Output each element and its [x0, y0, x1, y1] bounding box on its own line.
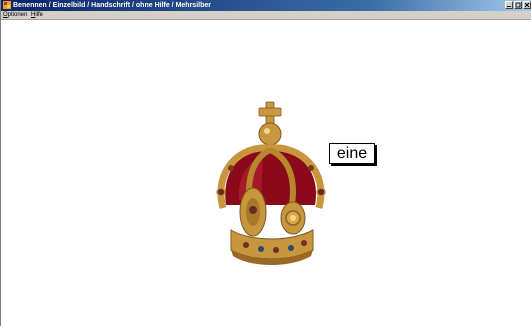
app-icon[interactable]: [3, 1, 11, 9]
minimize-button[interactable]: [505, 1, 513, 9]
menu-optionen[interactable]: Optionen: [3, 11, 27, 19]
menu-mnemonic: H: [31, 12, 36, 18]
crown-orb: [258, 122, 282, 146]
menu-bar: Optionen Hilfe: [1, 11, 531, 20]
word-card[interactable]: eine: [329, 143, 375, 164]
crown-image: [216, 101, 326, 265]
content-area: eine: [1, 20, 531, 326]
title-bar[interactable]: Benennen / Einzelbild / Handschrift / oh…: [1, 0, 531, 11]
close-button[interactable]: [523, 1, 531, 9]
crown-cross: [258, 101, 282, 125]
menu-mnemonic: O: [3, 12, 8, 18]
window-title: Benennen / Einzelbild / Handschrift / oh…: [13, 2, 211, 9]
application-window: Benennen / Einzelbild / Handschrift / oh…: [0, 0, 531, 326]
menu-hilfe[interactable]: Hilfe: [31, 11, 43, 19]
window-controls: [505, 1, 531, 10]
maximize-button[interactable]: [514, 1, 522, 9]
